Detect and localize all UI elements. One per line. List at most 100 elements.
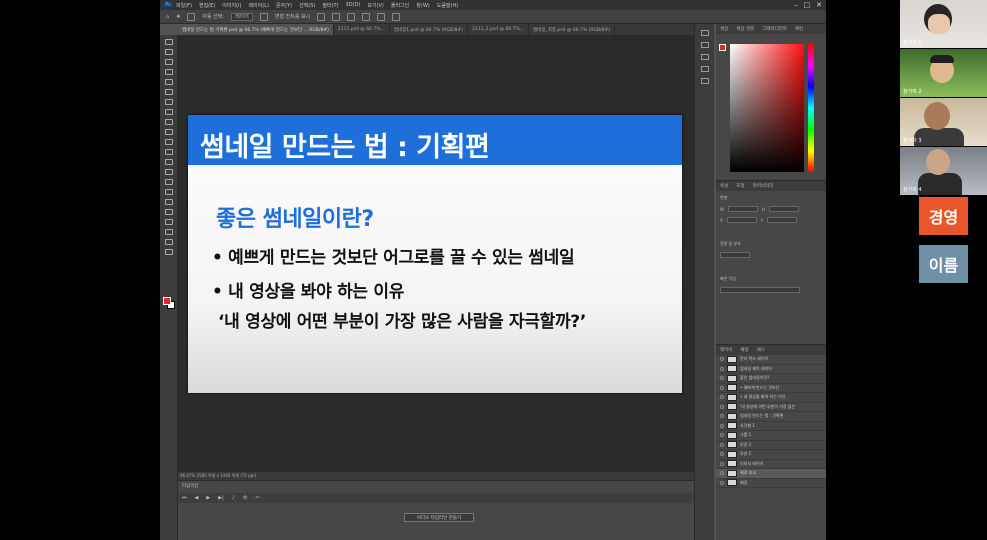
brush-tool-icon[interactable] xyxy=(165,119,173,125)
more-tools-icon[interactable] xyxy=(165,249,173,255)
lasso-tool-icon[interactable] xyxy=(165,59,173,65)
path-select-tool-icon[interactable] xyxy=(165,209,173,215)
tab-layers[interactable]: 레이어 xyxy=(720,347,732,353)
eraser-tool-icon[interactable] xyxy=(165,149,173,155)
more-options-icon[interactable] xyxy=(377,12,386,21)
marquee-tool-icon[interactable] xyxy=(165,49,173,55)
layer-row[interactable]: • 예쁘게 만드는 것보단 xyxy=(716,384,826,393)
tab-libraries[interactable]: 라이브러리 xyxy=(753,183,774,189)
visibility-eye-icon[interactable] xyxy=(720,404,724,409)
align-buttons[interactable] xyxy=(720,252,750,258)
tab-document-5[interactable]: 썸네일_최종.psd @ 66.7% (RGB/8#) xyxy=(529,24,615,35)
tab-adjustments[interactable]: 조정 xyxy=(736,183,744,189)
maximize-icon[interactable]: □ xyxy=(804,1,811,9)
align-center-icon[interactable] xyxy=(332,12,341,21)
zoom-tool-icon[interactable] xyxy=(165,239,173,245)
color-picker-field[interactable] xyxy=(730,44,804,172)
menu-help[interactable]: 도움말(H) xyxy=(437,2,458,9)
clone-stamp-tool-icon[interactable] xyxy=(165,129,173,135)
menu-view[interactable]: 보기(V) xyxy=(367,2,384,9)
settings-icon[interactable]: ⚙ xyxy=(243,495,247,501)
x-field[interactable] xyxy=(726,217,757,223)
y-field[interactable] xyxy=(767,217,798,223)
info-icon[interactable] xyxy=(701,42,709,48)
foreground-color-swatch[interactable] xyxy=(163,297,171,305)
tab-paths[interactable]: 패스 xyxy=(757,347,765,353)
visibility-eye-icon[interactable] xyxy=(720,423,724,428)
3d-mode-icon[interactable] xyxy=(392,12,401,21)
move-tool-icon[interactable] xyxy=(165,39,173,45)
next-frame-icon[interactable]: ▶| xyxy=(218,495,224,501)
menu-type[interactable]: 문자(Y) xyxy=(276,2,292,9)
layer-row[interactable]: 사각형 1 xyxy=(716,422,826,431)
auto-select-target-dropdown[interactable]: 레이어 xyxy=(231,12,253,21)
visibility-eye-icon[interactable] xyxy=(720,461,724,466)
tab-patterns[interactable]: 패턴 xyxy=(795,26,803,32)
visibility-eye-icon[interactable] xyxy=(720,395,724,400)
eyedropper-tool-icon[interactable] xyxy=(165,99,173,105)
distribute-icon[interactable] xyxy=(362,12,371,21)
tab-color[interactable]: 색상 xyxy=(720,26,728,32)
slide-canvas[interactable]: 썸네일 만드는 법 : 기획편 좋은 썸네일이란? • 예쁘게 만드는 것보단 … xyxy=(188,115,682,393)
move-tool-icon[interactable]: ✥ xyxy=(176,14,180,20)
layer-row[interactable]: 문자 박스 레이어 xyxy=(716,355,826,365)
participant-video-2[interactable]: 참가자 2 xyxy=(900,49,987,97)
layer-row[interactable]: 썸네일 만드는 법 : 기획편 xyxy=(716,412,826,422)
participant-video-3[interactable]: 참가자 3 xyxy=(900,98,987,146)
participant-video-1[interactable]: 참가자 1 xyxy=(900,0,987,48)
visibility-eye-icon[interactable] xyxy=(720,433,724,438)
menu-filter[interactable]: 필터(T) xyxy=(322,2,338,9)
menu-plugins[interactable]: 플러그인 xyxy=(391,2,409,9)
layer-row[interactable]: 모양 1 xyxy=(716,450,826,460)
blur-tool-icon[interactable] xyxy=(165,169,173,175)
height-field[interactable] xyxy=(768,206,799,212)
dodge-tool-icon[interactable] xyxy=(165,179,173,185)
healing-brush-tool-icon[interactable] xyxy=(165,109,173,115)
visibility-eye-icon[interactable] xyxy=(720,385,724,390)
visibility-eye-icon[interactable] xyxy=(720,366,724,371)
brush-settings-icon[interactable] xyxy=(701,78,709,84)
pen-tool-icon[interactable] xyxy=(165,189,173,195)
tab-document-4[interactable]: 2111_2.psd @ 66.7%... xyxy=(468,24,530,35)
auto-select-checkbox[interactable] xyxy=(187,12,196,21)
align-left-icon[interactable] xyxy=(317,12,326,21)
type-tool-icon[interactable] xyxy=(165,199,173,205)
hand-tool-icon[interactable] xyxy=(165,229,173,235)
crop-tool-icon[interactable] xyxy=(165,79,173,85)
gradient-tool-icon[interactable] xyxy=(165,159,173,165)
menu-3d[interactable]: 3D(D) xyxy=(346,2,361,8)
visibility-eye-icon[interactable] xyxy=(720,376,724,381)
layer-row[interactable]: • 내 영상을 봐야 하는 이유 xyxy=(716,393,826,403)
transform-controls-checkbox[interactable] xyxy=(259,12,268,21)
tab-document-3[interactable]: 썸네일1.psd @ 66.7% (RGB/8#) xyxy=(390,24,469,35)
layer-row[interactable]: 좋은 썸네일이란? xyxy=(716,374,826,384)
play-icon[interactable]: ▶ xyxy=(206,495,210,501)
menu-file[interactable]: 파일(F) xyxy=(176,2,192,9)
paragraph-icon[interactable] xyxy=(701,66,709,72)
visibility-eye-icon[interactable] xyxy=(720,442,724,447)
quick-action-button[interactable] xyxy=(720,287,800,293)
close-icon[interactable]: ✕ xyxy=(816,1,822,9)
tab-document-1[interactable]: 썸네일 만드는 법 기획편.psd @ 66.7% (예쁘게 만드는 것보단..… xyxy=(178,24,334,35)
layer-row[interactable]: 그룹 1 xyxy=(716,431,826,441)
tab-swatches[interactable]: 색상 견본 xyxy=(736,26,754,32)
tab-channels[interactable]: 채널 xyxy=(740,347,748,353)
history-brush-tool-icon[interactable] xyxy=(165,139,173,145)
quick-select-tool-icon[interactable] xyxy=(165,69,173,75)
layer-row[interactable]: 배경 xyxy=(716,479,826,488)
layer-row[interactable]: 모양 2 xyxy=(716,441,826,450)
visibility-eye-icon[interactable] xyxy=(720,357,724,362)
minimize-icon[interactable]: – xyxy=(794,1,798,9)
visibility-eye-icon[interactable] xyxy=(720,480,724,485)
visibility-eye-icon[interactable] xyxy=(720,414,724,419)
menu-window[interactable]: 창(W) xyxy=(416,2,429,9)
participant-name-tile-1[interactable]: 경영 xyxy=(919,197,968,235)
home-icon[interactable]: ⌂ xyxy=(166,14,169,20)
menu-select[interactable]: 선택(S) xyxy=(299,2,315,9)
character-icon[interactable] xyxy=(701,54,709,60)
participant-name-tile-2[interactable]: 이름 xyxy=(919,245,968,283)
first-frame-icon[interactable]: ⏮ xyxy=(182,495,187,501)
hue-slider[interactable] xyxy=(808,44,814,172)
width-field[interactable] xyxy=(727,206,758,212)
layer-row[interactable]: 이미지 레이어 xyxy=(716,460,826,469)
